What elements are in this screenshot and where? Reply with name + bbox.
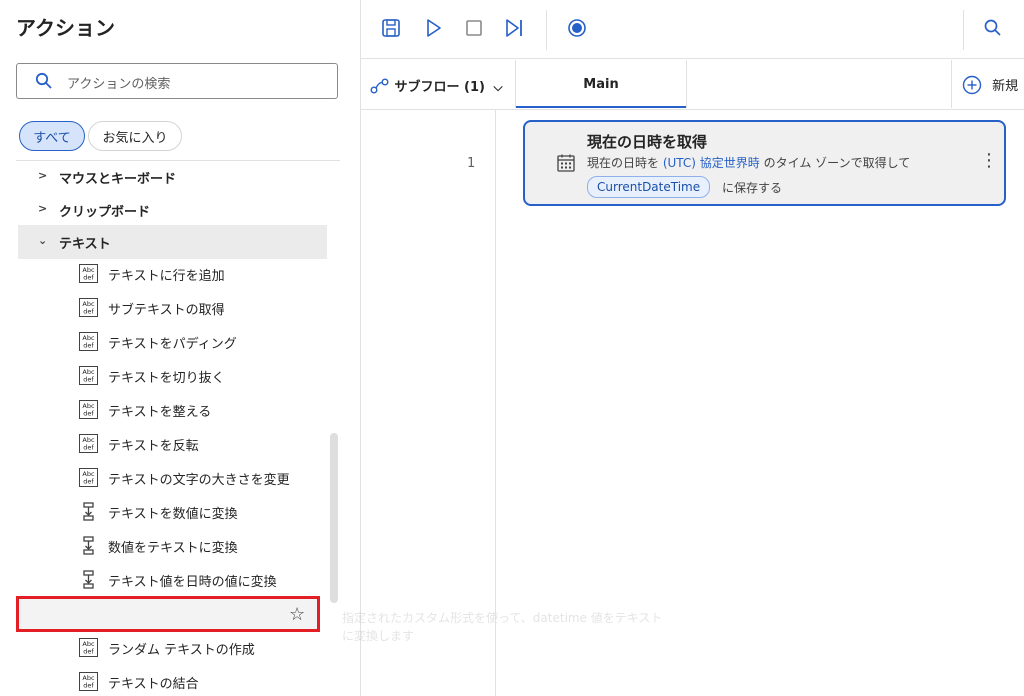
action-item-label: テキストを整える (108, 405, 212, 420)
action-item-label: テキストを数値に変換 (108, 507, 238, 522)
action-item-label: サブテキストの取得 (108, 303, 225, 318)
action-item[interactable]: Abc def テキストに行を追加 (0, 256, 340, 290)
action-item-label: テキストを反転 (108, 439, 199, 454)
subflow-dropdown[interactable]: サブフロー (1) ⌵ (370, 76, 503, 95)
toolbar (361, 0, 1024, 59)
scrollbar[interactable] (330, 433, 338, 603)
action-item[interactable]: 数値をテキストに変換 (0, 528, 340, 562)
toolbar-separator (546, 10, 547, 50)
panel-title: アクション (16, 16, 115, 40)
toolbar-separator (963, 10, 964, 50)
action-item-label: テキストの文字の大きさを変更 (108, 473, 290, 488)
svg-text:def: def (83, 444, 94, 452)
search-icon[interactable] (982, 17, 1004, 39)
svg-text:def: def (83, 308, 94, 316)
chevron-right-icon: > (38, 202, 48, 215)
action-item[interactable]: Abc def ランダム テキストの作成 (0, 630, 340, 664)
text-abc-icon: Abc def (79, 366, 98, 389)
text-abc-icon: Abc def (79, 400, 98, 423)
action-item-label: テキストに行を追加 (108, 269, 225, 284)
record-icon[interactable] (566, 17, 588, 39)
convert-icon (79, 502, 98, 525)
more-options-icon[interactable]: ⋮ (980, 150, 998, 171)
action-item[interactable]: Abc def テキストをパディング (0, 324, 340, 358)
action-item-label: テキストをパディング (108, 337, 237, 352)
svg-text:def: def (83, 376, 94, 384)
tooltip: 指定されたカスタム形式を使って、datetime 値をテキストに変換します (342, 611, 663, 643)
action-item[interactable]: Abc def テキストの結合 (0, 664, 340, 696)
line-number: 1 (467, 156, 476, 171)
action-item[interactable]: Abc def テキストを切り抜く (0, 358, 340, 392)
svg-text:def: def (83, 478, 94, 486)
svg-text:def: def (83, 274, 94, 282)
convert-icon (79, 570, 98, 593)
category-text[interactable]: ⌄ テキスト (18, 225, 327, 259)
action-item-label: ランダム テキストの作成 (108, 643, 255, 658)
active-tab-underline (516, 106, 686, 108)
subflow-label: サブフロー (1) (394, 80, 485, 95)
svg-text:def: def (83, 342, 94, 350)
chevron-down-icon: ⌵ (493, 80, 503, 94)
filter-all-button[interactable]: すべて (19, 121, 85, 151)
action-search-input[interactable]: アクションの検索 (16, 63, 338, 99)
stop-icon[interactable] (463, 17, 485, 39)
chevron-right-icon: > (38, 169, 48, 182)
run-next-icon[interactable] (503, 17, 525, 39)
category-label: クリップボード (59, 205, 151, 220)
favorite-star-icon[interactable]: ☆ (289, 604, 305, 625)
line-gutter-divider (495, 110, 496, 696)
chevron-down-icon: ⌄ (38, 234, 48, 247)
desc-prefix: 現在の日時を (587, 156, 663, 170)
action-item[interactable]: Abc def テキストを反転 (0, 426, 340, 460)
action-description: 現在の日時を (UTC) 協定世界時 のタイム ゾーンで取得して (587, 154, 910, 171)
add-circle-icon (962, 75, 982, 95)
new-subflow-button[interactable]: 新規 (962, 75, 1018, 95)
variable-chip[interactable]: CurrentDateTime (587, 176, 711, 198)
action-title: 現在の日時を取得 (587, 133, 708, 151)
action-item-label: テキストの結合 (108, 677, 199, 692)
selected-action-highlight (16, 596, 320, 632)
actions-panel: アクション アクションの検索 すべて お気に入り > マウスとキーボード > ク… (0, 0, 360, 696)
text-abc-icon: Abc def (79, 672, 98, 695)
text-abc-icon: Abc def (79, 468, 98, 491)
convert-icon (79, 536, 98, 559)
calendar-icon (557, 154, 575, 172)
desc-suffix: のタイム ゾーンで取得して (759, 156, 911, 170)
action-item-label: 数値をテキストに変換 (108, 541, 238, 556)
filter-favorites-button[interactable]: お気に入り (88, 121, 182, 151)
action-item[interactable]: Abc def テキストを整える (0, 392, 340, 426)
action-item[interactable]: テキスト値を日時の値に変換 (0, 562, 340, 596)
text-abc-icon: Abc def (79, 638, 98, 661)
tab-separator (951, 60, 952, 108)
text-abc-icon: Abc def (79, 332, 98, 355)
tab-separator (686, 60, 687, 108)
search-placeholder: アクションの検索 (67, 77, 171, 92)
svg-text:def: def (83, 648, 94, 656)
svg-text:def: def (83, 682, 94, 690)
divider (16, 160, 340, 161)
text-abc-icon: Abc def (79, 264, 98, 287)
category-label: マウスとキーボード (59, 172, 177, 187)
action-item[interactable]: Abc def サブテキストの取得 (0, 290, 340, 324)
action-item-label: テキスト値を日時の値に変換 (108, 575, 277, 590)
text-abc-icon: Abc def (79, 434, 98, 457)
save-icon[interactable] (380, 17, 402, 39)
category-label: テキスト (59, 237, 111, 252)
run-icon[interactable] (422, 17, 444, 39)
tab-main-label: Main (583, 77, 619, 92)
category-clipboard[interactable]: > クリップボード (0, 193, 340, 227)
category-mouse-keyboard[interactable]: > マウスとキーボード (0, 162, 340, 194)
new-label: 新規 (992, 79, 1019, 94)
action-item[interactable]: テキストを数値に変換 (0, 494, 340, 528)
tab-main[interactable]: Main (516, 60, 686, 108)
timezone-link[interactable]: (UTC) 協定世界時 (663, 156, 760, 170)
save-suffix: に保存する (722, 181, 783, 195)
action-step-card[interactable]: 現在の日時を取得 現在の日時を (UTC) 協定世界時 のタイム ゾーンで取得し… (523, 120, 1006, 206)
action-item[interactable]: Abc def テキストの文字の大きさを変更 (0, 460, 340, 494)
action-item-label: テキストを切り抜く (108, 371, 225, 386)
svg-text:def: def (83, 410, 94, 418)
text-abc-icon: Abc def (79, 298, 98, 321)
subflow-icon (370, 78, 389, 94)
search-icon (35, 72, 52, 89)
